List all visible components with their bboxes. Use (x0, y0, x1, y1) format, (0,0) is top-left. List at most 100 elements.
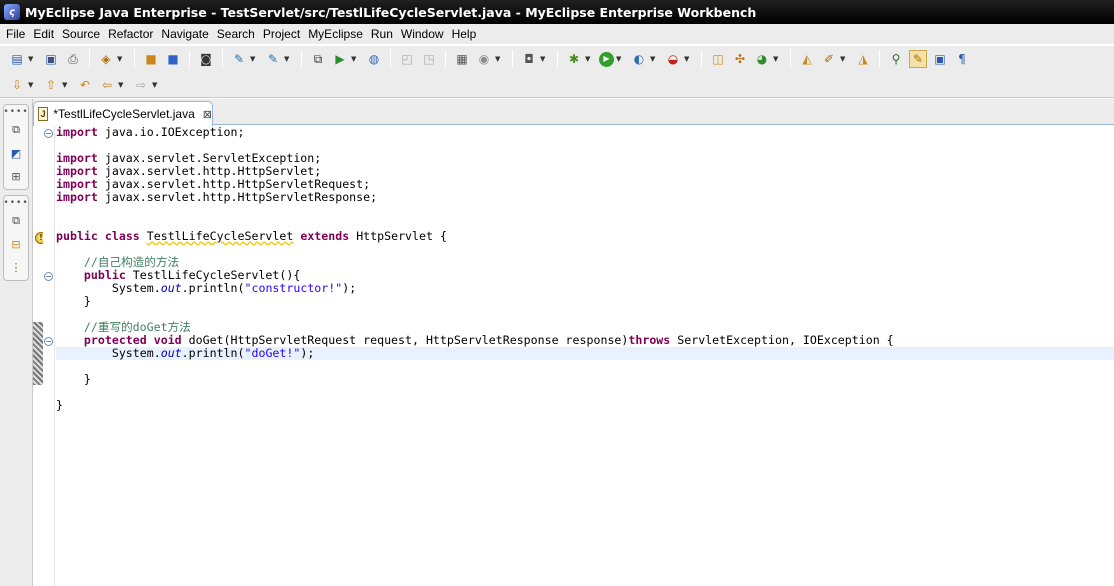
next-annotation-icon[interactable]: ⇩ (8, 76, 26, 94)
restore-icon[interactable]: ⧉ (8, 122, 24, 138)
search-dropdown-icon[interactable]: ▼ (840, 55, 848, 63)
menu-project[interactable]: Project (259, 24, 304, 44)
menu-myeclipse[interactable]: MyEclipse (304, 24, 367, 44)
menu-help[interactable]: Help (448, 24, 481, 44)
toggle-mark-occurrences-icon[interactable]: ✎ (909, 50, 927, 68)
code-text: } (83, 372, 91, 386)
external-tools-dropdown-icon[interactable]: ▼ (684, 55, 692, 63)
run-server-icon[interactable]: ▶ (331, 50, 349, 68)
code-text: javax.servlet.http.HttpServletRequest; (97, 177, 371, 191)
debug-dropdown-icon[interactable]: ▼ (585, 55, 593, 63)
camera-icon[interactable]: ◘ (520, 50, 538, 68)
keyword: import (56, 125, 98, 139)
search-icon[interactable]: ✐ (820, 50, 838, 68)
external-tools-icon[interactable]: ◒ (664, 50, 682, 68)
menu-navigate[interactable]: Navigate (157, 24, 212, 44)
fold-icon[interactable]: − (44, 272, 53, 281)
package-explorer-icon[interactable]: ◩ (8, 145, 24, 161)
code-editor[interactable]: import java.io.IOException; import javax… (56, 126, 1114, 586)
print-icon[interactable]: ⎙ (64, 50, 82, 68)
back-dropdown-icon[interactable]: ▼ (118, 81, 126, 89)
drag-grip-icon[interactable]: •••• (3, 108, 28, 117)
save-icon[interactable]: ▣ (42, 50, 60, 68)
ejb-project-dropdown-icon[interactable]: ▼ (284, 55, 292, 63)
toolbar-separator (790, 50, 791, 68)
code-text: System. (111, 346, 161, 360)
menu-source[interactable]: Source (58, 24, 104, 44)
drag-grip-icon[interactable]: •••• (3, 199, 28, 208)
code-text: } (83, 294, 91, 308)
block-selection-icon[interactable]: ▣ (931, 50, 949, 68)
show-whitespace-icon[interactable]: ¶ (953, 50, 971, 68)
close-icon[interactable]: ⊠ (203, 108, 212, 121)
code-line: } (56, 373, 1114, 386)
new-icon[interactable]: ▤ (8, 50, 26, 68)
camera-dropdown-icon[interactable]: ▼ (540, 55, 548, 63)
coverage-icon[interactable]: ◐ (630, 50, 648, 68)
keyword: void (153, 333, 182, 347)
menu-file[interactable]: File (2, 24, 29, 44)
debug-icon[interactable]: ✱ (565, 50, 583, 68)
forward-icon[interactable]: ⇨ (132, 76, 150, 94)
new-java-project-icon[interactable]: ◫ (709, 50, 727, 68)
disabled-action-icon[interactable]: ◰ (398, 50, 416, 68)
keyword: public (83, 268, 126, 282)
new-package-icon[interactable]: ■ (142, 50, 160, 68)
tree-icon[interactable]: ⋮ (8, 259, 24, 275)
comment: //自己构造的方法 (83, 255, 180, 269)
new-dropdown-icon[interactable]: ▼ (28, 55, 36, 63)
open-perspective-icon[interactable]: ◈ (97, 50, 115, 68)
menu-window[interactable]: Window (397, 24, 448, 44)
menu-search[interactable]: Search (213, 24, 259, 44)
next-annotation-dropdown-icon[interactable]: ▼ (28, 81, 36, 89)
fold-icon[interactable]: − (44, 129, 53, 138)
forward-dropdown-icon[interactable]: ▼ (152, 81, 160, 89)
run-dropdown-icon[interactable]: ▼ (616, 55, 624, 63)
hint-icon[interactable]: ⚲ (887, 50, 905, 68)
code-text: } (56, 398, 63, 412)
jdk-version-icon[interactable]: ◙ (197, 50, 215, 68)
toolbar-separator (134, 50, 135, 68)
disabled-action-icon[interactable]: ◳ (420, 50, 438, 68)
web-browser-icon[interactable]: ◍ (365, 50, 383, 68)
keyword: extends (300, 229, 350, 243)
new-interface-icon[interactable]: ✣ (731, 50, 749, 68)
hierarchy-icon[interactable]: ⊞ (8, 168, 24, 184)
last-edit-location-icon[interactable]: ↶ (76, 76, 94, 94)
back-icon[interactable]: ⇦ (98, 76, 116, 94)
fold-icon[interactable]: − (44, 337, 53, 346)
deploy-icon[interactable]: ⧉ (309, 50, 327, 68)
coverage-dropdown-icon[interactable]: ▼ (650, 55, 658, 63)
keyword: public (56, 229, 98, 243)
toolbar-separator (89, 50, 90, 68)
menu-edit[interactable]: Edit (29, 24, 58, 44)
report-designer-icon[interactable]: ▦ (453, 50, 471, 68)
code-line: import javax.servlet.http.HttpServletRes… (56, 191, 1114, 204)
restore-icon[interactable]: ⧉ (8, 213, 24, 229)
editor-tab[interactable]: J *TestlLifeCycleServlet.java ⊠ (33, 101, 213, 126)
open-type-icon[interactable]: ◭ (798, 50, 816, 68)
globe-dropdown-icon[interactable]: ▼ (495, 55, 503, 63)
previous-annotation-icon[interactable]: ⇧ (42, 76, 60, 94)
web-project-dropdown-icon[interactable]: ▼ (250, 55, 258, 63)
new-ejb-project-icon[interactable]: ✎ (264, 50, 282, 68)
comment: //重写的doGet方法 (83, 320, 191, 334)
class-name: TestlLifeCycleServlet (146, 229, 294, 243)
new-class-wizard-icon[interactable]: ◕ (753, 50, 771, 68)
open-task-icon[interactable]: ◮ (854, 50, 872, 68)
code-text: javax.servlet.ServletException; (97, 151, 322, 165)
navigation-toolbar: ⇩ ▼ ⇧ ▼ ↶ ⇦ ▼ ⇨ ▼ (0, 72, 1114, 98)
code-text: javax.servlet.http.HttpServlet; (97, 164, 322, 178)
new-class-dropdown-icon[interactable]: ▼ (773, 55, 781, 63)
outline-icon[interactable]: ⊟ (8, 236, 24, 252)
server-dropdown-icon[interactable]: ▼ (351, 55, 359, 63)
menu-refactor[interactable]: Refactor (104, 24, 157, 44)
globe-icon[interactable]: ◉ (475, 50, 493, 68)
code-text: ); (342, 281, 357, 295)
run-icon[interactable]: ▶ (599, 51, 614, 67)
perspective-dropdown-icon[interactable]: ▼ (117, 55, 125, 63)
new-web-project-icon[interactable]: ✎ (230, 50, 248, 68)
previous-annotation-dropdown-icon[interactable]: ▼ (62, 81, 70, 89)
new-class-icon[interactable]: ■ (164, 50, 182, 68)
menu-run[interactable]: Run (367, 24, 397, 44)
